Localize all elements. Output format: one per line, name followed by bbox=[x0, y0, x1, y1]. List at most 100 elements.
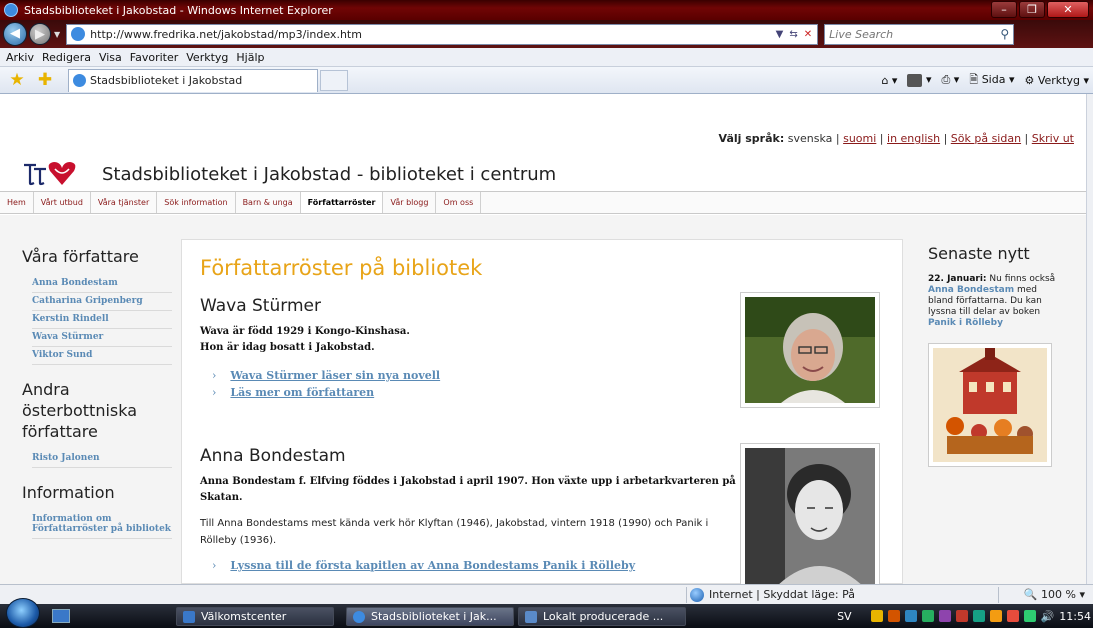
forward-button[interactable]: ▶ bbox=[29, 23, 51, 45]
author-link[interactable]: Läs mer om författaren bbox=[212, 384, 745, 401]
page-menu[interactable]: 🗎 Sida ▾ bbox=[969, 71, 1014, 90]
sidebar-author-link[interactable]: Catharina Gripenberg bbox=[32, 293, 172, 311]
clock[interactable]: 11:54 bbox=[1059, 610, 1091, 623]
tray-icon[interactable] bbox=[1006, 610, 1019, 622]
author-link-text[interactable]: Lyssna till de första kapitlen av Anna B… bbox=[230, 559, 635, 572]
close-button[interactable]: ✕ bbox=[1047, 1, 1089, 18]
news-date: 22. Januari: bbox=[928, 274, 987, 284]
author-name: Wava Stürmer bbox=[200, 296, 321, 316]
author-link[interactable]: Lyssna till de första kapitlen av Anna B… bbox=[212, 557, 745, 574]
search-icon[interactable]: ⚲ bbox=[1000, 27, 1009, 41]
news-link-author[interactable]: Anna Bondestam bbox=[928, 285, 1014, 295]
tray-icon[interactable] bbox=[870, 610, 883, 622]
author-link-text[interactable]: Wava Stürmer läser sin nya novell bbox=[230, 369, 440, 382]
maximize-button[interactable]: ❐ bbox=[1019, 1, 1045, 18]
volume-icon[interactable]: 🔊 bbox=[1041, 610, 1055, 623]
sidebar-heading-other-authors: Andra österbottniska författare bbox=[22, 380, 138, 441]
back-button[interactable]: ◀ bbox=[3, 22, 27, 46]
zoom-control[interactable]: 🔍 100 % ▾ bbox=[1024, 588, 1085, 601]
url-text[interactable]: http://www.fredrika.net/jakobstad/mp3/in… bbox=[90, 28, 776, 41]
window-title-bar: Stadsbiblioteket i Jakobstad - Windows I… bbox=[0, 0, 1093, 20]
menu-favorites[interactable]: Favoriter bbox=[130, 51, 178, 64]
site-title: Stadsbiblioteket i Jakobstad - bibliotek… bbox=[102, 164, 557, 185]
nav-item-vart-utbud[interactable]: Vårt utbud bbox=[34, 192, 91, 213]
portrait-image bbox=[745, 297, 875, 403]
language-suomi-link[interactable]: suomi bbox=[843, 132, 876, 145]
tools-menu[interactable]: ⚙ Verktyg ▾ bbox=[1024, 74, 1089, 87]
menu-file[interactable]: Arkiv bbox=[6, 51, 34, 64]
sidebar-heading-authors: Våra författare bbox=[22, 247, 139, 266]
sidebar-author-link[interactable]: Viktor Sund bbox=[32, 347, 172, 365]
search-box[interactable]: ⚲ bbox=[824, 23, 1015, 45]
tray-icon[interactable] bbox=[921, 610, 934, 622]
tools-menu-label: Verktyg ▾ bbox=[1037, 73, 1089, 87]
author-intro: Anna Bondestam f. Elfving föddes i Jakob… bbox=[200, 476, 736, 503]
nav-item-forfattarroster[interactable]: Författarröster bbox=[300, 192, 384, 213]
minimize-button[interactable]: – bbox=[991, 1, 1017, 18]
tab-active[interactable]: Stadsbiblioteket i Jakobstad bbox=[68, 68, 318, 92]
author-link[interactable]: Wava Stürmer läser sin nya novell bbox=[212, 367, 745, 384]
library-logo[interactable] bbox=[22, 157, 82, 187]
taskbar-item[interactable]: Välkomstcenter bbox=[176, 607, 334, 626]
feeds-icon[interactable]: ▾ bbox=[907, 73, 932, 87]
taskbar-item-active[interactable]: Stadsbiblioteket i Jak... bbox=[346, 607, 514, 626]
news-link-book[interactable]: Panik i Rölleby bbox=[928, 318, 1003, 328]
menu-tools[interactable]: Verktyg bbox=[186, 51, 228, 64]
print-link[interactable]: Skriv ut bbox=[1032, 132, 1074, 145]
menu-help[interactable]: Hjälp bbox=[236, 51, 264, 64]
news-item: 22. Januari: Nu finns också Anna Bondest… bbox=[928, 274, 1064, 329]
right-sidebar: Senaste nytt 22. Januari: Nu finns också… bbox=[928, 244, 1078, 467]
tray-icon[interactable] bbox=[989, 610, 1002, 622]
tray-icon[interactable] bbox=[972, 610, 985, 622]
sidebar-other-author-link[interactable]: Risto Jalonen bbox=[32, 450, 172, 468]
page-menu-label: Sida ▾ bbox=[981, 72, 1015, 86]
print-icon[interactable]: ⎙ ▾ bbox=[942, 73, 960, 87]
language-bar: Välj språk: svenska | suomi | in english… bbox=[718, 132, 1074, 145]
tab-favicon-icon bbox=[73, 74, 86, 87]
tray-icon[interactable] bbox=[904, 610, 917, 622]
taskbar-item[interactable]: Lokalt producerade ... bbox=[518, 607, 686, 626]
language-indicator[interactable]: SV bbox=[837, 610, 852, 623]
nav-item-sok-information[interactable]: Sök information bbox=[157, 192, 236, 213]
network-icon[interactable] bbox=[1023, 610, 1036, 622]
search-input[interactable] bbox=[829, 27, 980, 41]
sidebar-author-link[interactable]: Kerstin Rindell bbox=[32, 311, 172, 329]
menu-bar: Arkiv Redigera Visa Favoriter Verktyg Hj… bbox=[0, 48, 1093, 67]
author-link-text[interactable]: Läs mer om författaren bbox=[230, 386, 374, 399]
menu-view[interactable]: Visa bbox=[99, 51, 122, 64]
status-separator bbox=[998, 587, 999, 603]
tab-bar: ★ ✚ Stadsbiblioteket i Jakobstad ⌂ ▾ ▾ ⎙… bbox=[0, 67, 1093, 94]
show-desktop-icon[interactable] bbox=[52, 609, 70, 623]
vertical-scrollbar[interactable] bbox=[1086, 94, 1093, 584]
add-favorite-icon[interactable]: ✚ bbox=[36, 71, 54, 89]
nav-item-vara-tjanster[interactable]: Våra tjänster bbox=[91, 192, 158, 213]
nav-item-om-oss[interactable]: Om oss bbox=[436, 192, 482, 213]
address-bar[interactable]: http://www.fredrika.net/jakobstad/mp3/in… bbox=[66, 23, 819, 45]
tray-icon[interactable] bbox=[887, 610, 900, 622]
tray-icon[interactable] bbox=[955, 610, 968, 622]
nav-item-barn-unga[interactable]: Barn & unga bbox=[236, 192, 301, 213]
book-cover-illustration bbox=[933, 348, 1047, 462]
stop-icon[interactable]: ✕ bbox=[804, 29, 812, 40]
language-english-link[interactable]: in english bbox=[887, 132, 940, 145]
tray-icon[interactable] bbox=[938, 610, 951, 622]
home-icon[interactable]: ⌂ ▾ bbox=[881, 74, 897, 87]
favorites-star-icon[interactable]: ★ bbox=[8, 71, 26, 89]
sidebar-author-link[interactable]: Wava Stürmer bbox=[32, 329, 172, 347]
nav-item-hem[interactable]: Hem bbox=[0, 192, 34, 213]
page-icon: 🗎 bbox=[969, 72, 979, 86]
author-section: Wava Stürmer Wava är född 1929 i Kongo-K… bbox=[200, 296, 745, 401]
refresh-icon[interactable]: ⇆ bbox=[789, 29, 797, 40]
site-search-link[interactable]: Sök på sidan bbox=[951, 132, 1021, 145]
taskbar-item-label: Stadsbiblioteket i Jak... bbox=[371, 610, 497, 623]
history-dropdown-icon[interactable]: ▼ bbox=[54, 30, 60, 39]
book-cover-image[interactable] bbox=[928, 343, 1052, 467]
start-button[interactable] bbox=[6, 598, 40, 628]
new-tab-button[interactable] bbox=[320, 69, 348, 91]
sidebar-info-link[interactable]: Information om Författarröster på biblio… bbox=[32, 511, 172, 539]
url-dropdown-icon[interactable]: ▼ bbox=[776, 29, 784, 40]
nav-item-var-blogg[interactable]: Vår blogg bbox=[383, 192, 437, 213]
security-zone[interactable]: Internet | Skyddat läge: På bbox=[690, 587, 855, 602]
sidebar-author-link[interactable]: Anna Bondestam bbox=[32, 275, 172, 293]
menu-edit[interactable]: Redigera bbox=[42, 51, 91, 64]
